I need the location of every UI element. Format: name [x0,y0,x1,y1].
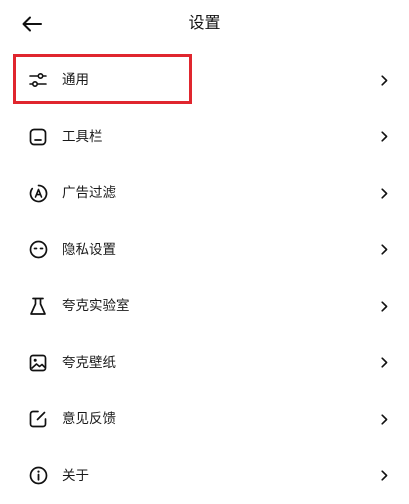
header: 设置 [0,0,409,48]
settings-item-wallpaper[interactable]: 夸克壁纸 [0,335,409,392]
settings-item-label: 夸克实验室 [62,297,130,315]
settings-item-feedback[interactable]: 意见反馈 [0,391,409,448]
settings-item-label: 夸克壁纸 [62,354,116,372]
page-title: 设置 [0,12,409,34]
settings-item-ad-filter[interactable]: 广告过滤 [0,165,409,222]
chevron-right-icon [379,244,389,256]
chevron-right-icon [379,74,389,86]
settings-item-general[interactable]: 通用 [0,52,409,109]
settings-item-label: 关于 [62,467,89,485]
feedback-icon [28,409,48,429]
settings-item-label: 通用 [62,71,89,89]
settings-item-label: 隐私设置 [62,241,116,259]
ad-filter-icon [28,183,48,203]
settings-item-privacy[interactable]: 隐私设置 [0,222,409,279]
settings-item-label: 工具栏 [62,128,103,146]
chevron-right-icon [379,187,389,199]
settings-item-about[interactable]: 关于 [0,448,409,504]
chevron-right-icon [379,413,389,425]
image-icon [28,353,48,373]
settings-item-label: 意见反馈 [62,410,116,428]
settings-item-label: 广告过滤 [62,184,116,202]
settings-item-lab[interactable]: 夸克实验室 [0,278,409,335]
info-icon [28,466,48,486]
chevron-right-icon [379,470,389,482]
chevron-right-icon [379,131,389,143]
chevron-right-icon [379,357,389,369]
privacy-icon [28,240,48,260]
flask-icon [28,296,48,316]
chevron-right-icon [379,300,389,312]
settings-list: 通用 工具栏 广告过滤 [0,52,409,504]
settings-item-toolbar[interactable]: 工具栏 [0,109,409,166]
toolbar-icon [28,127,48,147]
sliders-icon [28,70,48,90]
